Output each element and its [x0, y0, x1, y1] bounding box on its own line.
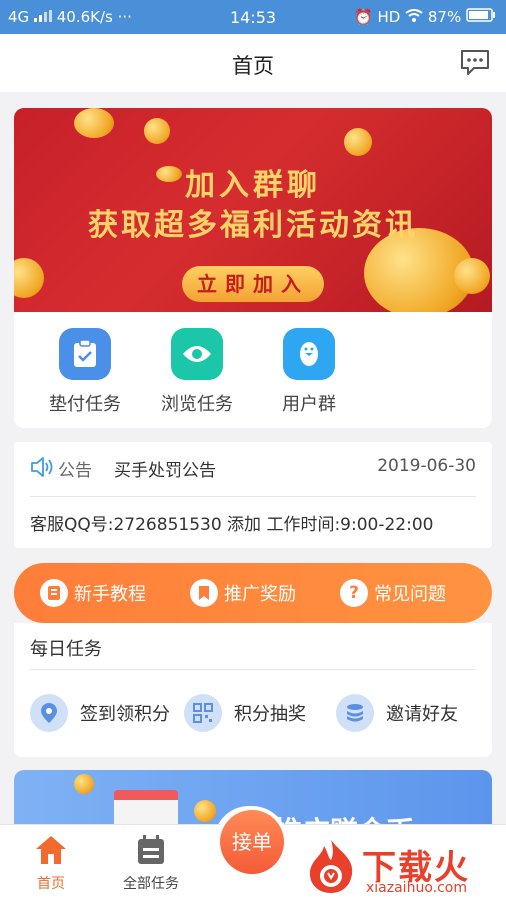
quick-action-label: 用户群	[282, 394, 336, 415]
help-item-label: 常见问题	[374, 584, 446, 605]
page-title: 首页	[232, 54, 274, 78]
speaker-icon	[30, 456, 54, 482]
daily-task-label: 签到领积分	[80, 704, 170, 725]
watermark-url: xiazaihuo.com	[366, 880, 467, 896]
top-nav: 首页	[0, 34, 506, 92]
divider	[30, 669, 476, 670]
eye-icon	[171, 328, 223, 380]
banner-subheadline: 获取超多福利活动资讯	[88, 208, 418, 243]
help-item-referral-reward[interactable]: 推广奖励	[190, 578, 296, 608]
daily-task-lottery[interactable]: 积分抽奖	[184, 693, 306, 733]
watermark: 下载火 xiazaihuo.com	[300, 836, 506, 900]
tab-home[interactable]: 首页	[6, 833, 96, 893]
help-item-faq[interactable]: ? 常见问题	[340, 578, 446, 608]
home-icon	[34, 833, 68, 867]
chat-bubble-icon	[461, 50, 489, 75]
coin-decoration	[74, 774, 94, 794]
help-item-tutorial[interactable]: 新手教程	[40, 578, 146, 608]
daily-task-label: 积分抽奖	[234, 704, 306, 725]
help-item-label: 推广奖励	[224, 584, 296, 605]
quick-action-label: 垫付任务	[49, 394, 121, 415]
battery-icon	[466, 8, 496, 26]
fire-logo-icon	[304, 838, 358, 894]
announcement-label: 公告	[58, 461, 92, 481]
join-group-banner[interactable]: 加入群聊 获取超多福利活动资讯 立即加入	[14, 108, 492, 312]
tab-label: 全部任务	[123, 876, 179, 892]
help-item-label: 新手教程	[74, 584, 146, 605]
coin-decoration	[194, 800, 216, 822]
daily-tasks-title: 每日任务	[30, 639, 102, 660]
message-button[interactable]	[460, 48, 490, 76]
coin-decoration	[74, 108, 114, 138]
take-order-button[interactable]: 接单	[216, 806, 288, 878]
battery-level: 87%	[427, 8, 462, 26]
wifi-icon	[405, 8, 428, 26]
status-bar: 4G 40.6K/s ··· 14:53 ⏰ HD 87%	[0, 0, 506, 34]
daily-tasks-card: 每日任务 签到领积分 积分抽奖 邀请好友	[14, 623, 492, 757]
take-order-label: 接单	[220, 810, 284, 874]
quick-action-label: 浏览任务	[161, 394, 233, 415]
announcement-card: 公告 买手处罚公告 2019-06-30 客服QQ号:2726851530 添加…	[14, 442, 492, 548]
announcement-row[interactable]: 公告 买手处罚公告 2019-06-30	[30, 456, 476, 497]
help-bar: 新手教程 推广奖励 ? 常见问题	[14, 563, 492, 623]
coin-stack-icon	[336, 694, 374, 732]
coin-decoration	[344, 128, 372, 156]
announcement-text[interactable]: 买手处罚公告	[114, 456, 216, 481]
bookmark-icon	[190, 579, 218, 607]
daily-task-invite[interactable]: 邀请好友	[336, 693, 458, 733]
penguin-icon	[283, 328, 335, 380]
qr-code-icon	[184, 694, 222, 732]
location-pin-icon	[30, 694, 68, 732]
quick-action-user-group[interactable]: 用户群	[254, 328, 364, 416]
announcement-date: 2019-06-30	[377, 456, 476, 476]
coin-decoration	[144, 118, 170, 144]
customer-service-info: 客服QQ号:2726851530 添加 工作时间:9:00-22:00	[30, 515, 434, 535]
banner-headline: 加入群聊	[185, 168, 321, 203]
coin-decoration	[454, 258, 490, 294]
question-icon: ?	[340, 579, 368, 607]
hd-label: HD	[377, 8, 401, 26]
clipboard-check-icon	[59, 328, 111, 380]
quick-action-advance-task[interactable]: 垫付任务	[30, 328, 140, 416]
quick-action-browse-task[interactable]: 浏览任务	[142, 328, 252, 416]
status-right: ⏰ HD 87%	[354, 8, 496, 26]
alarm-icon: ⏰	[354, 8, 373, 26]
calendar-icon	[134, 833, 168, 867]
daily-task-checkin[interactable]: 签到领积分	[30, 693, 170, 733]
coin-decoration	[14, 258, 44, 298]
daily-task-label: 邀请好友	[386, 704, 458, 725]
tab-label: 首页	[37, 876, 65, 892]
book-icon	[40, 579, 68, 607]
tab-all-tasks[interactable]: 全部任务	[106, 833, 196, 893]
quick-actions: 垫付任务 浏览任务 用户群	[14, 312, 492, 428]
join-now-button[interactable]: 立即加入	[182, 266, 324, 302]
